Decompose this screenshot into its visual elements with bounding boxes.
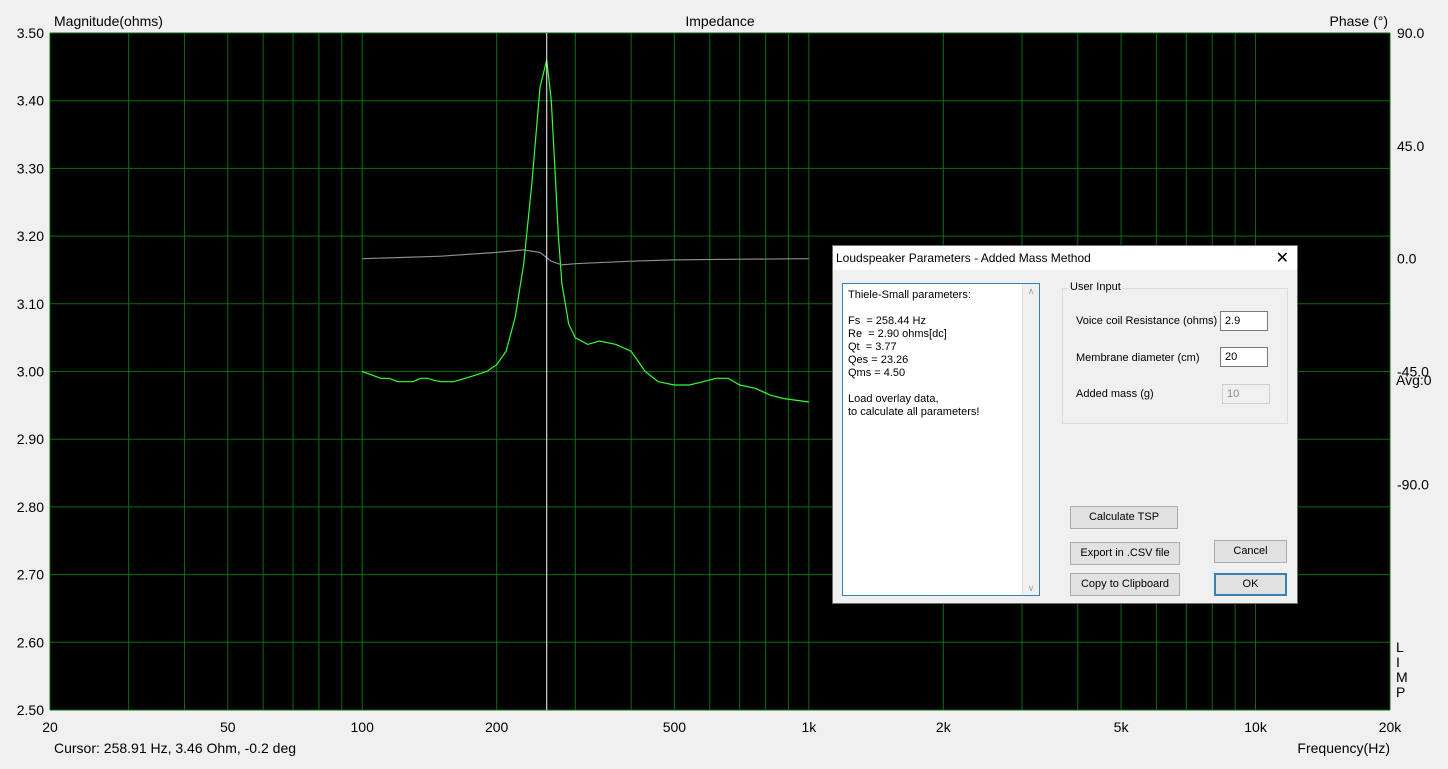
right-tick-label: 45.0 [1397, 138, 1424, 154]
left-tick-label: 3.00 [17, 364, 44, 380]
user-input-group: User Input Voice coil Resistance (ohms) … [1062, 281, 1288, 424]
right-tick-label: -90.0 [1397, 476, 1429, 492]
left-tick-label: 3.50 [17, 25, 44, 41]
limp-letter: L [1396, 639, 1404, 655]
left-tick-label: 3.40 [17, 93, 44, 109]
export-csv-button[interactable]: Export in .CSV file [1070, 542, 1180, 565]
ok-button[interactable]: OK [1214, 573, 1287, 596]
dialog-titlebar[interactable]: Loudspeaker Parameters - Added Mass Meth… [833, 246, 1297, 270]
x-tick-label: 100 [351, 719, 375, 735]
x-tick-label: 200 [485, 719, 509, 735]
close-icon[interactable]: ✕ [1276, 248, 1289, 268]
copy-to-clipboard-button[interactable]: Copy to Clipboard [1070, 573, 1180, 596]
cursor-readout: Cursor: 258.91 Hz, 3.46 Ohm, -0.2 deg [54, 740, 296, 756]
voice-coil-label: Voice coil Resistance (ohms) [1076, 315, 1218, 327]
average-label: Avg:0 [1396, 372, 1432, 388]
limp-letters: LIMP [1396, 639, 1408, 700]
x-tick-label: 500 [663, 719, 687, 735]
loudspeaker-parameters-dialog: Loudspeaker Parameters - Added Mass Meth… [832, 245, 1298, 604]
x-tick-label: 20 [42, 719, 58, 735]
tsp-results-text: Thiele-Small parameters: Fs = 258.44 Hz … [848, 289, 980, 418]
left-tick-label: 2.50 [17, 702, 44, 718]
limp-letter: P [1396, 684, 1405, 700]
x-tick-label: 2k [936, 719, 952, 735]
user-input-label: User Input [1068, 281, 1123, 293]
left-tick-label: 2.60 [17, 634, 44, 650]
left-tick-label: 2.80 [17, 499, 44, 515]
tsp-scrollbar[interactable]: ∧ ∨ [1022, 284, 1039, 595]
limp-letter: M [1396, 669, 1408, 685]
right-axis-title: Phase (°) [1329, 13, 1388, 29]
x-tick-label: 10k [1244, 719, 1268, 735]
left-tick-label: 3.10 [17, 296, 44, 312]
calculate-tsp-button[interactable]: Calculate TSP [1070, 506, 1178, 529]
left-axis-title: Magnitude(ohms) [54, 13, 163, 29]
added-mass-label: Added mass (g) [1076, 388, 1154, 400]
x-tick-label: 5k [1114, 719, 1130, 735]
left-tick-label: 2.70 [17, 567, 44, 583]
added-mass-input [1222, 384, 1270, 404]
membrane-diameter-label: Membrane diameter (cm) [1076, 352, 1200, 364]
chart-title: Impedance [685, 13, 754, 29]
x-tick-label: 20k [1379, 719, 1403, 735]
limp-letter: I [1396, 654, 1400, 670]
dialog-title: Loudspeaker Parameters - Added Mass Meth… [836, 251, 1091, 265]
tsp-results-textbox[interactable]: Thiele-Small parameters: Fs = 258.44 Hz … [842, 283, 1040, 596]
left-tick-label: 3.20 [17, 228, 44, 244]
scroll-up-icon[interactable]: ∧ [1023, 284, 1039, 298]
right-tick-label: 90.0 [1397, 25, 1424, 41]
x-tick-label: 50 [220, 719, 236, 735]
voice-coil-input[interactable] [1220, 311, 1268, 331]
left-tick-label: 2.90 [17, 431, 44, 447]
x-axis-title: Frequency(Hz) [1297, 740, 1390, 756]
left-tick-label: 3.30 [17, 160, 44, 176]
right-tick-label: 0.0 [1397, 251, 1417, 267]
x-tick-label: 1k [801, 719, 817, 735]
scroll-down-icon[interactable]: ∨ [1023, 581, 1039, 595]
membrane-diameter-input[interactable] [1220, 347, 1268, 367]
cancel-button[interactable]: Cancel [1214, 540, 1287, 563]
